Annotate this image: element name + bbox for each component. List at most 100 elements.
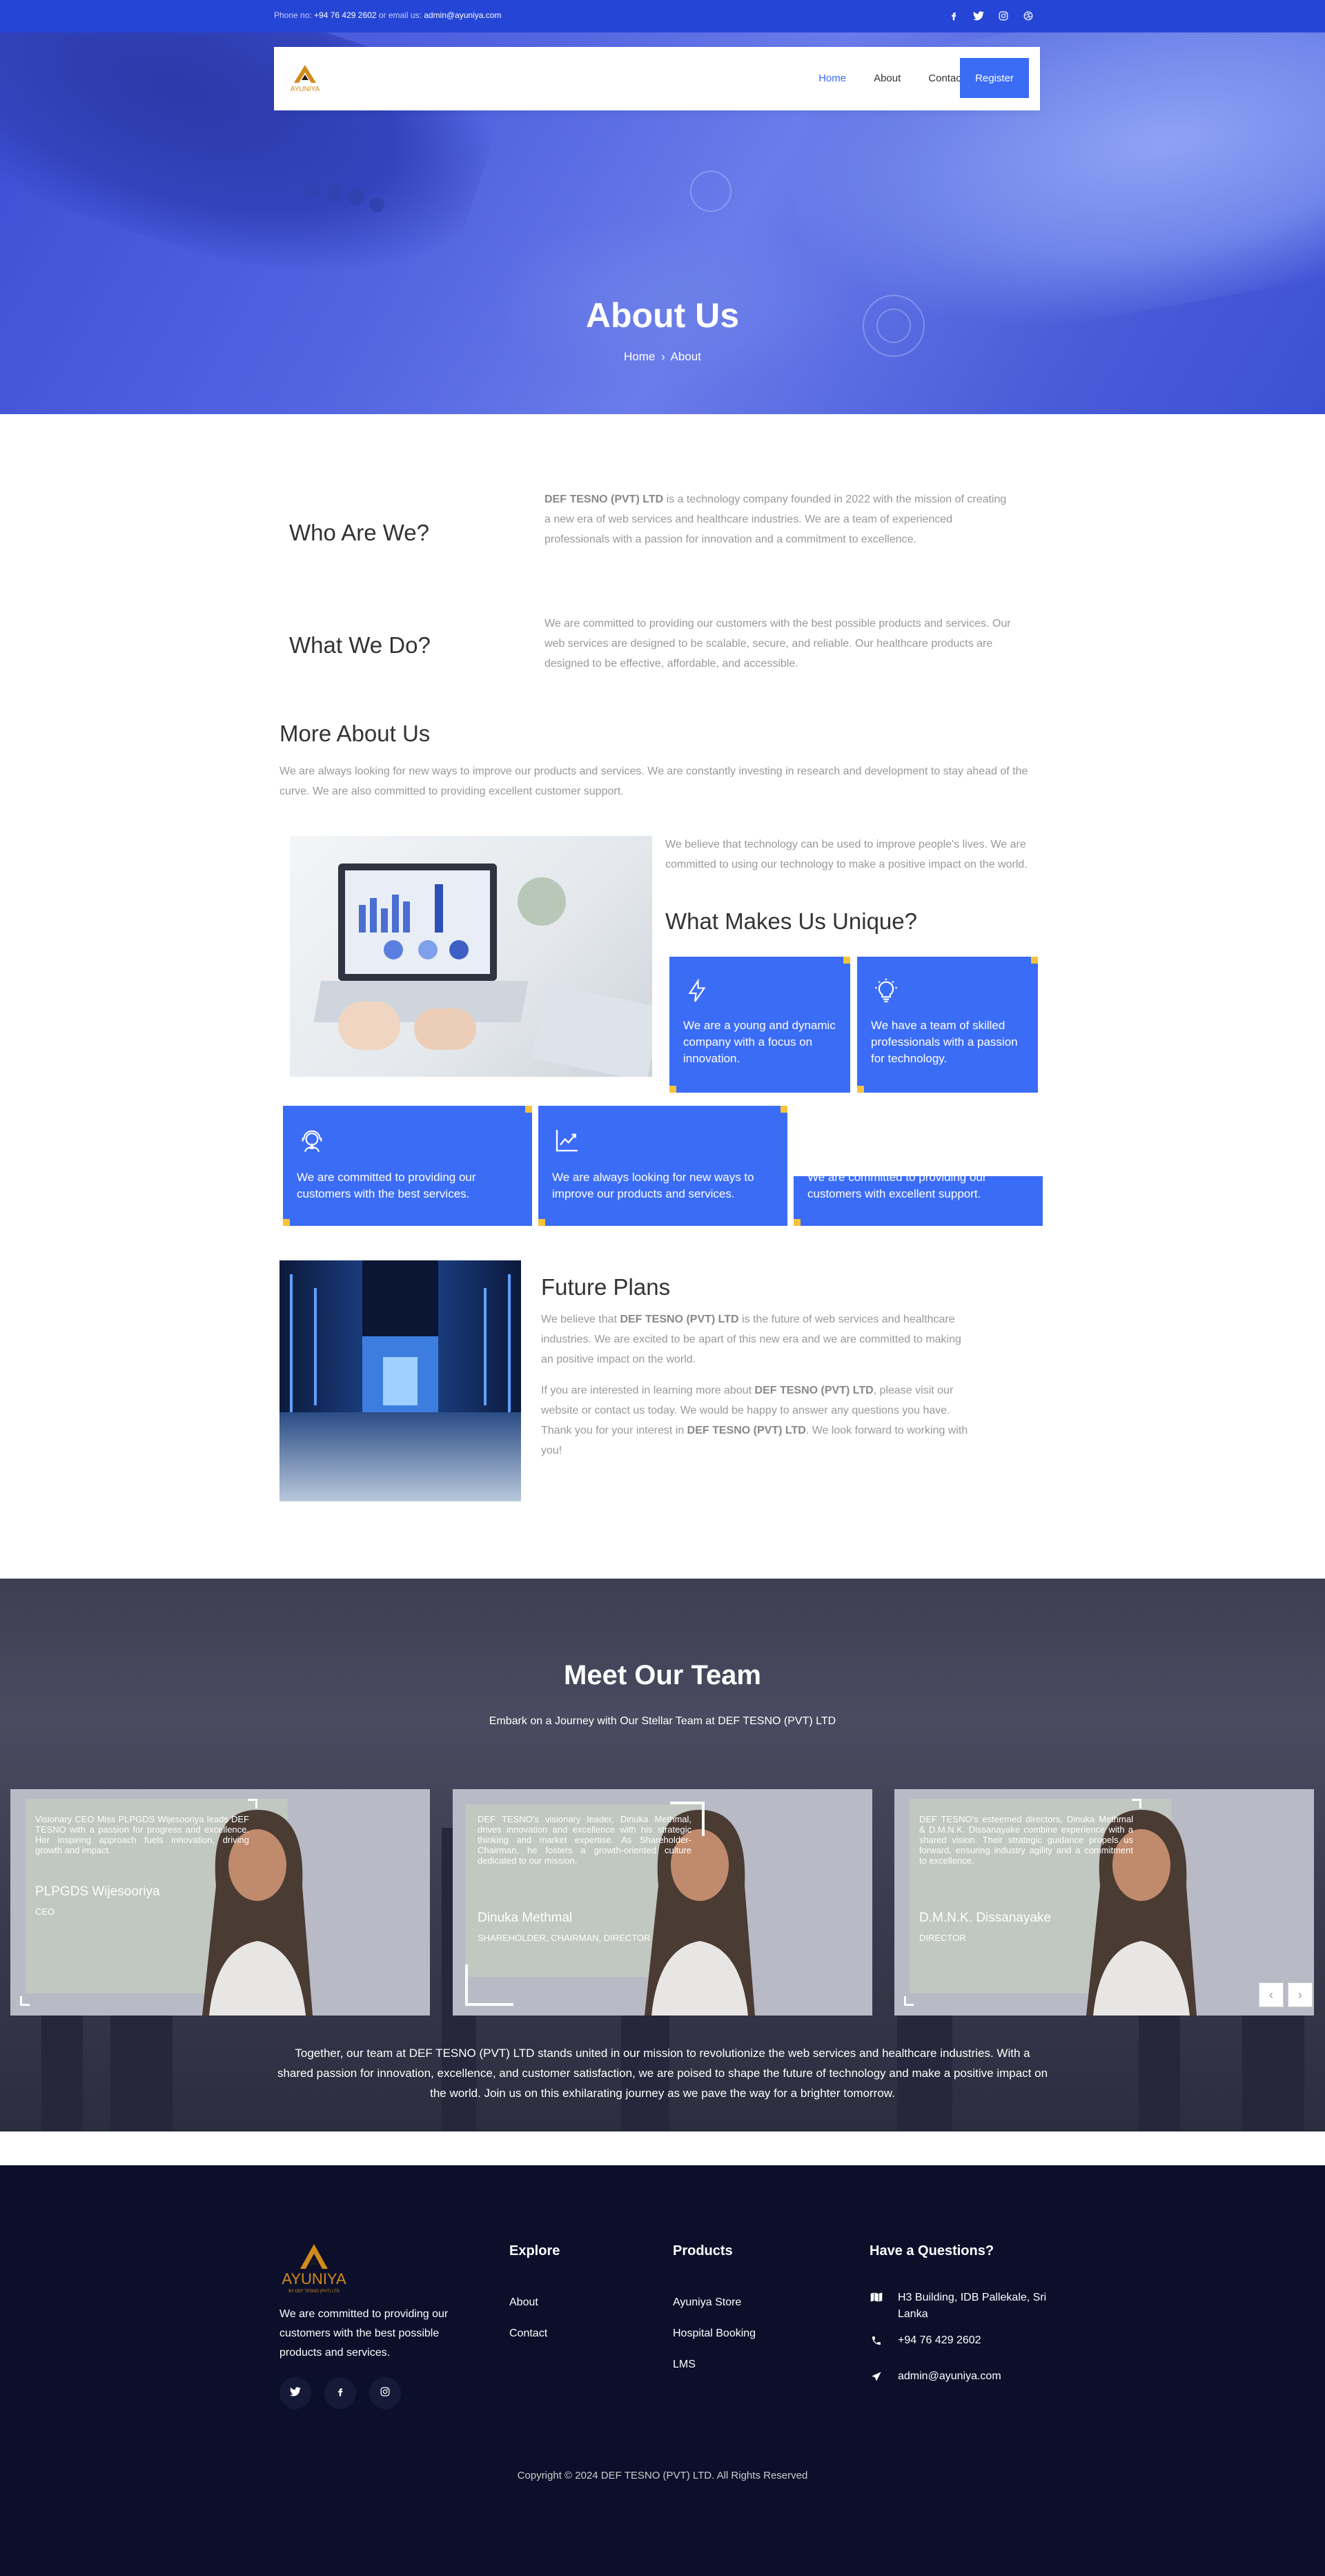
team-card[interactable]: DEF TESNO's visionary leader, Dinuka Met… [453, 1789, 872, 2016]
instagram-icon[interactable] [996, 8, 1011, 23]
who-heading: Who Are We? [289, 520, 429, 545]
footer-link-contact[interactable]: Contact [509, 2328, 547, 2340]
team-heading: Meet Our Team [564, 1660, 761, 1690]
map-icon [870, 2292, 883, 2306]
footer-facebook-button[interactable] [324, 2377, 356, 2409]
member-description: DEF TESNO's visionary leader, Dinuka Met… [478, 1814, 691, 1866]
footer-product-lms[interactable]: LMS [673, 2359, 696, 2371]
footer-email[interactable]: admin@ayuniya.com [898, 2370, 1001, 2383]
unique-card-innovation: We are a young and dynamic company with … [669, 957, 850, 1093]
email-address[interactable]: admin@ayuniya.com [424, 10, 501, 20]
footer-about: We are committed to providing our custom… [279, 2308, 449, 2359]
card-corner-dot [794, 1219, 801, 1226]
future-text-span: If you are interested in learning more a… [541, 1385, 755, 1396]
nav-menu: Home About Contact us [818, 72, 978, 84]
footer-phone[interactable]: +94 76 429 2602 [898, 2334, 981, 2347]
card-corner-dot [1031, 957, 1038, 964]
copyright: Copyright © 2024 DEF TESNO (PVT) LTD. Al… [517, 2470, 808, 2481]
team-subtitle: Embark on a Journey with Our Stellar Tea… [489, 1715, 836, 1727]
future-text-1: We believe that DEF TESNO (PVT) LTD is t… [541, 1309, 976, 1369]
unique-card-text: We are committed to providing our custom… [297, 1171, 476, 1200]
footer-product-booking[interactable]: Hospital Booking [673, 2328, 756, 2340]
top-bar: Phone no: +94 76 429 2602 or email us: a… [0, 0, 1325, 32]
send-icon [871, 2371, 882, 2385]
footer-logo[interactable]: AYUNIYA BY DEF TESNO (PVT) LTD [279, 2241, 355, 2296]
more-text: We are always looking for new ways to im… [279, 765, 1028, 797]
products-heading: Products [673, 2243, 733, 2258]
unique-heading: What Makes Us Unique? [665, 908, 917, 934]
breadcrumb-current: About [670, 350, 701, 363]
hero-bg-cufflinks [304, 183, 384, 213]
phone-icon [871, 2335, 882, 2350]
main-navbar: AYUNIYA Home About Contact us Register [274, 47, 1040, 110]
twitter-icon[interactable] [971, 8, 986, 23]
carousel-prev-button[interactable]: ‹ [1259, 1982, 1284, 2007]
dribbble-icon[interactable] [1021, 8, 1036, 23]
phone-prefix: Phone no: [274, 10, 312, 20]
member-description: DEF TESNO's esteemed directors, Dinuka M… [919, 1814, 1133, 1866]
card-corner-dot [857, 1086, 864, 1093]
server-room-image [279, 1260, 521, 1501]
unique-card-text: We have a team of skilled professionals … [871, 1019, 1018, 1065]
what-text: We are committed to providing our custom… [544, 618, 1011, 670]
card-corner-dot [283, 1219, 290, 1226]
twitter-icon [290, 2386, 301, 2400]
contact-info: Phone no: +94 76 429 2602 or email us: a… [274, 10, 501, 20]
team-section: Meet Our Team Embark on a Journey with O… [0, 1579, 1325, 2131]
card-corner-dot [781, 1106, 787, 1113]
phone-number[interactable]: +94 76 429 2602 [314, 10, 376, 20]
unique-card-improve: We are always looking for new ways to im… [538, 1106, 787, 1226]
lightbulb-icon [872, 977, 900, 1005]
card-corner-dot [669, 1086, 676, 1093]
footer-logo-text: AYUNIYA [282, 2270, 346, 2287]
frame-corner [248, 1799, 257, 1808]
logo-text: AYUNIYA [291, 86, 320, 93]
footer-logo-tagline: BY DEF TESNO (PVT) LTD [288, 2290, 340, 2294]
future-company: DEF TESNO (PVT) LTD [620, 1314, 739, 1325]
card-corner-dot [538, 1219, 545, 1226]
nav-about[interactable]: About [874, 72, 901, 84]
unique-card-text: We are always looking for new ways to im… [552, 1171, 754, 1200]
nav-home[interactable]: Home [818, 72, 846, 84]
facebook-icon[interactable] [946, 8, 961, 23]
email-prefix: or email us: [378, 10, 422, 20]
footer-link-about[interactable]: About [509, 2296, 538, 2309]
chevron-right-icon: › [661, 350, 665, 363]
social-links [946, 8, 1036, 23]
future-company: DEF TESNO (PVT) LTD [687, 1425, 806, 1436]
member-name: D.M.N.K. Dissanayake [919, 1911, 1052, 1925]
member-description: Visionary CEO Miss PLPGDS Wijesooriya le… [35, 1814, 249, 1855]
breadcrumb-home[interactable]: Home [624, 350, 655, 363]
unique-card-support: We are committed to providing our custom… [794, 1176, 1043, 1226]
carousel-next-button[interactable]: › [1288, 1982, 1313, 2007]
footer-twitter-button[interactable] [279, 2377, 311, 2409]
team-card[interactable]: DEF TESNO's esteemed directors, Dinuka M… [894, 1789, 1314, 2016]
member-role: DIRECTOR [919, 1933, 966, 1943]
lightning-icon [685, 977, 712, 1005]
frame-corner [1132, 1799, 1141, 1808]
register-button[interactable]: Register [960, 58, 1029, 98]
member-role: CEO [35, 1906, 55, 1917]
footer-instagram-button[interactable] [369, 2377, 401, 2409]
growth-chart-icon [553, 1126, 581, 1154]
frame-corner [20, 1996, 30, 2006]
laptop-chart-graphic [359, 884, 469, 959]
card-corner-dot [525, 1106, 532, 1113]
what-heading: What We Do? [289, 632, 431, 658]
footer-address: H3 Building, IDB Pallekale, Sri Lanka [898, 2292, 1047, 2320]
member-name: Dinuka Methmal [478, 1911, 573, 1925]
unique-card-skilled-team: We have a team of skilled professionals … [857, 957, 1038, 1093]
instagram-icon [380, 2387, 390, 2400]
unique-card-text: We are committed to providing our custom… [807, 1176, 987, 1200]
explore-heading: Explore [509, 2243, 560, 2258]
footer-product-store[interactable]: Ayuniya Store [673, 2296, 741, 2309]
questions-heading: Have a Questions? [870, 2243, 994, 2258]
team-card[interactable]: Visionary CEO Miss PLPGDS Wijesooriya le… [10, 1789, 430, 2016]
ayuniya-logo[interactable]: AYUNIYA [284, 62, 326, 97]
support-agent-icon [298, 1126, 326, 1154]
facebook-icon [335, 2387, 345, 2400]
frame-corner [670, 1802, 705, 1836]
future-text-2: If you are interested in learning more a… [541, 1380, 976, 1461]
page-title: About Us [585, 296, 740, 335]
member-name: PLPGDS Wijesooriya [35, 1884, 160, 1899]
